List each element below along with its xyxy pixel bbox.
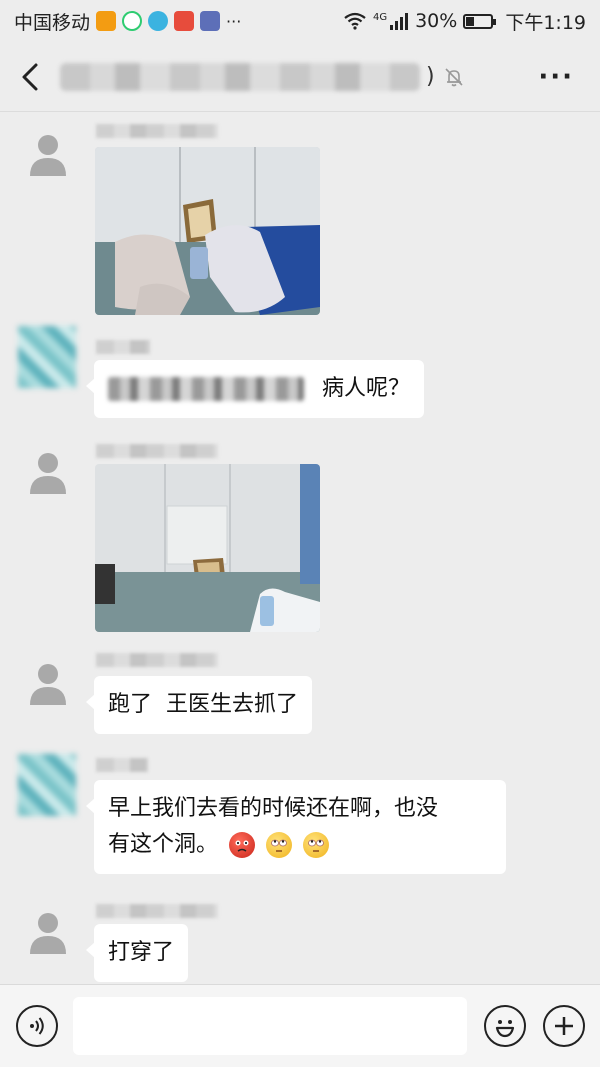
emoji-button[interactable] (484, 1005, 526, 1047)
empty-room-image (95, 464, 320, 632)
blurred-avatar[interactable] (18, 326, 76, 388)
wifi-icon (344, 12, 366, 30)
sender-name-redacted (96, 124, 218, 138)
chevron-left-icon (22, 63, 38, 90)
input-bar (0, 984, 600, 1067)
browser-app-icon (148, 11, 169, 31)
more-notifications-icon: ··· (226, 11, 242, 31)
play-app-icon (122, 11, 143, 31)
carrier-label: 中国移动 (14, 11, 91, 34)
battery-icon (463, 13, 497, 29)
news-app-icon (174, 11, 195, 31)
message-bubble: 跑了 王医生去抓了 (86, 676, 312, 734)
network-label: 4G (372, 11, 388, 23)
message-bubble: 打穿了 (85, 924, 189, 982)
chat-title-redacted (60, 62, 420, 91)
angry-face-icon (229, 832, 256, 858)
video-app-icon (96, 11, 117, 31)
signal-icon (390, 13, 409, 30)
hospital-room-image (95, 147, 320, 315)
message-text: 病人呢？ (322, 376, 411, 401)
message-text-line-1: 早上我们去看的时候还在啊，也没 (108, 796, 439, 821)
chat-header: ) ··· (0, 42, 600, 112)
message-item (0, 118, 600, 318)
message-item (0, 436, 600, 636)
message-item: 早上我们去看的时候还在啊，也没 有这个洞。 (0, 752, 600, 892)
message-bubble: 早上我们去看的时候还在啊，也没 有这个洞。 (86, 780, 506, 874)
plus-icon (555, 1017, 573, 1035)
default-user-icon[interactable] (22, 446, 74, 498)
message-text-line-2: 有这个洞。 (108, 827, 492, 863)
default-user-icon[interactable] (22, 906, 74, 958)
sender-name-redacted (96, 653, 218, 667)
voice-icon (30, 1017, 44, 1035)
chat-photo[interactable] (95, 464, 320, 632)
add-button[interactable] (543, 1005, 585, 1047)
chat-title-suffix: ) (426, 64, 435, 89)
blurred-avatar[interactable] (18, 754, 76, 816)
redacted-text (108, 377, 304, 401)
status-bar: 中国移动 ··· 4G 30% 下午1:19 (0, 0, 600, 42)
message-item: 病人呢？ (0, 322, 600, 427)
sender-name-redacted (96, 444, 218, 458)
eye-roll-face-icon (303, 832, 330, 858)
smiley-icon (495, 1020, 515, 1038)
message-bubble: 病人呢？ (85, 360, 425, 418)
message-text: 打穿了 (108, 940, 175, 965)
message-input[interactable] (73, 997, 467, 1055)
message-text-line-2-text: 有这个洞。 (108, 832, 219, 857)
more-options-button[interactable]: ··· (538, 62, 574, 92)
bell-off-icon (445, 67, 463, 86)
eye-roll-face-icon (266, 832, 293, 858)
clock: 下午1:19 (505, 11, 586, 34)
message-item: 跑了 王医生去抓了 (0, 645, 600, 745)
message-item: 打穿了 (0, 896, 600, 984)
voice-button[interactable] (16, 1005, 58, 1047)
message-text: 跑了 王医生去抓了 (108, 692, 298, 717)
back-button[interactable] (0, 42, 60, 112)
default-user-icon[interactable] (22, 657, 74, 709)
default-user-icon[interactable] (22, 128, 74, 180)
sender-name-redacted (96, 758, 148, 772)
chat-photo[interactable] (95, 147, 320, 315)
map-app-icon (200, 11, 221, 31)
sender-name-redacted (96, 904, 218, 918)
sender-name-redacted (96, 340, 150, 354)
battery-percent: 30% (415, 10, 458, 32)
